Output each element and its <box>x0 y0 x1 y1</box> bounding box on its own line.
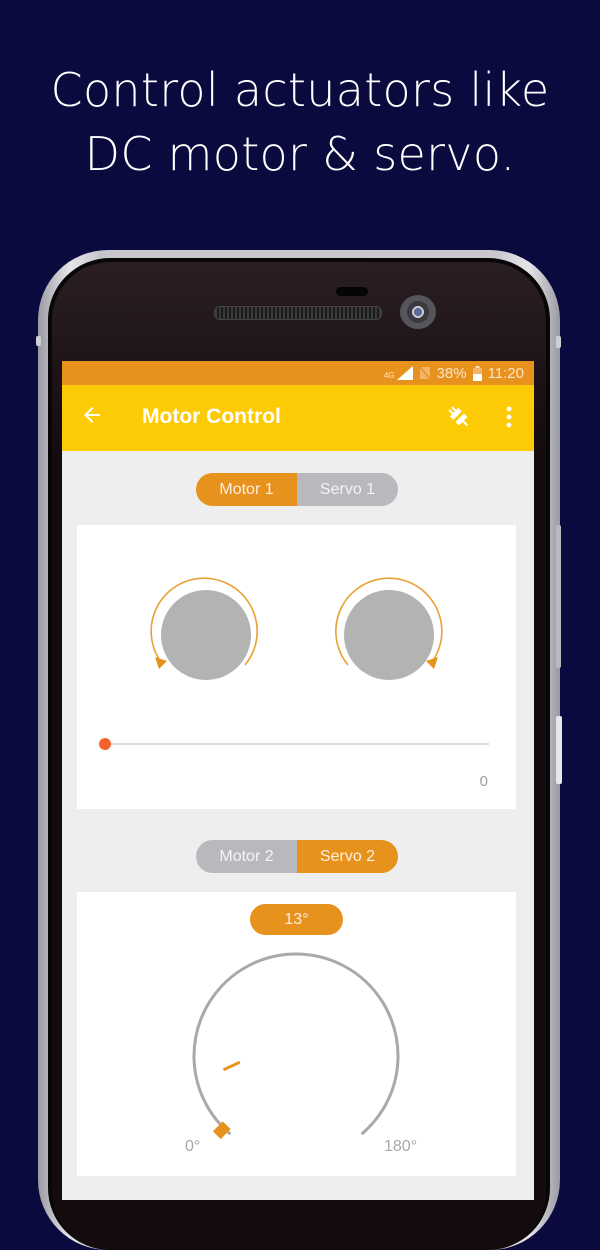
servo-min-label: 0° <box>185 1138 201 1155</box>
servo-max-label: 180° <box>384 1138 418 1155</box>
battery-icon <box>472 365 482 381</box>
motor1-servo1-toggle: Motor 1 Servo 1 <box>196 473 398 506</box>
app-screen: 4G 38% 11:20 Motor Control Motor 1 Servo… <box>62 361 534 1200</box>
tab-servo-2[interactable]: Servo 2 <box>297 840 398 873</box>
headline-line-1: Control actuators like <box>50 63 550 117</box>
plug-icon[interactable] <box>446 404 472 430</box>
servo-dial[interactable] <box>77 892 516 1176</box>
battery-percent: 38% <box>436 364 467 382</box>
servo-needle <box>222 1060 241 1072</box>
speed-slider-track[interactable] <box>105 743 489 745</box>
more-vert-icon[interactable] <box>502 404 516 430</box>
tab-motor-1[interactable]: Motor 1 <box>196 473 297 506</box>
tab-motor-2[interactable]: Motor 2 <box>196 840 297 873</box>
status-bar: 4G 38% 11:20 <box>62 361 534 385</box>
proximity-sensor <box>336 287 368 296</box>
servo-arc-track <box>192 952 400 1136</box>
knob-counter-clockwise[interactable] <box>161 590 251 680</box>
signal-icon: 4G <box>384 366 413 380</box>
clock: 11:20 <box>487 364 524 382</box>
motor-control-card: 0 <box>77 525 516 809</box>
app-bar: Motor Control <box>62 385 534 451</box>
speed-value: 0 <box>479 773 488 790</box>
network-type: 4G <box>383 371 395 380</box>
motor2-servo2-toggle: Motor 2 Servo 2 <box>196 840 398 873</box>
page-title: Motor Control <box>142 405 281 428</box>
phone-side-button-left <box>36 336 41 346</box>
tab-servo-1[interactable]: Servo 1 <box>297 473 398 506</box>
knob-clockwise[interactable] <box>344 590 434 680</box>
phone-power-button <box>556 716 562 784</box>
headline-line-2: DC motor & servo. <box>84 127 516 181</box>
servo-handle <box>212 1121 231 1140</box>
servo-control-card: 13° 0° 180° <box>77 892 516 1176</box>
phone-side-button-right-top <box>556 336 561 348</box>
earpiece-speaker <box>214 306 382 320</box>
headline: Control actuators like DC motor & servo. <box>0 58 600 186</box>
no-sim-icon <box>418 366 431 380</box>
arrow-left-icon[interactable] <box>80 403 104 427</box>
front-camera <box>400 295 436 329</box>
phone-volume-button <box>556 525 561 668</box>
speed-slider-thumb[interactable] <box>99 738 111 750</box>
